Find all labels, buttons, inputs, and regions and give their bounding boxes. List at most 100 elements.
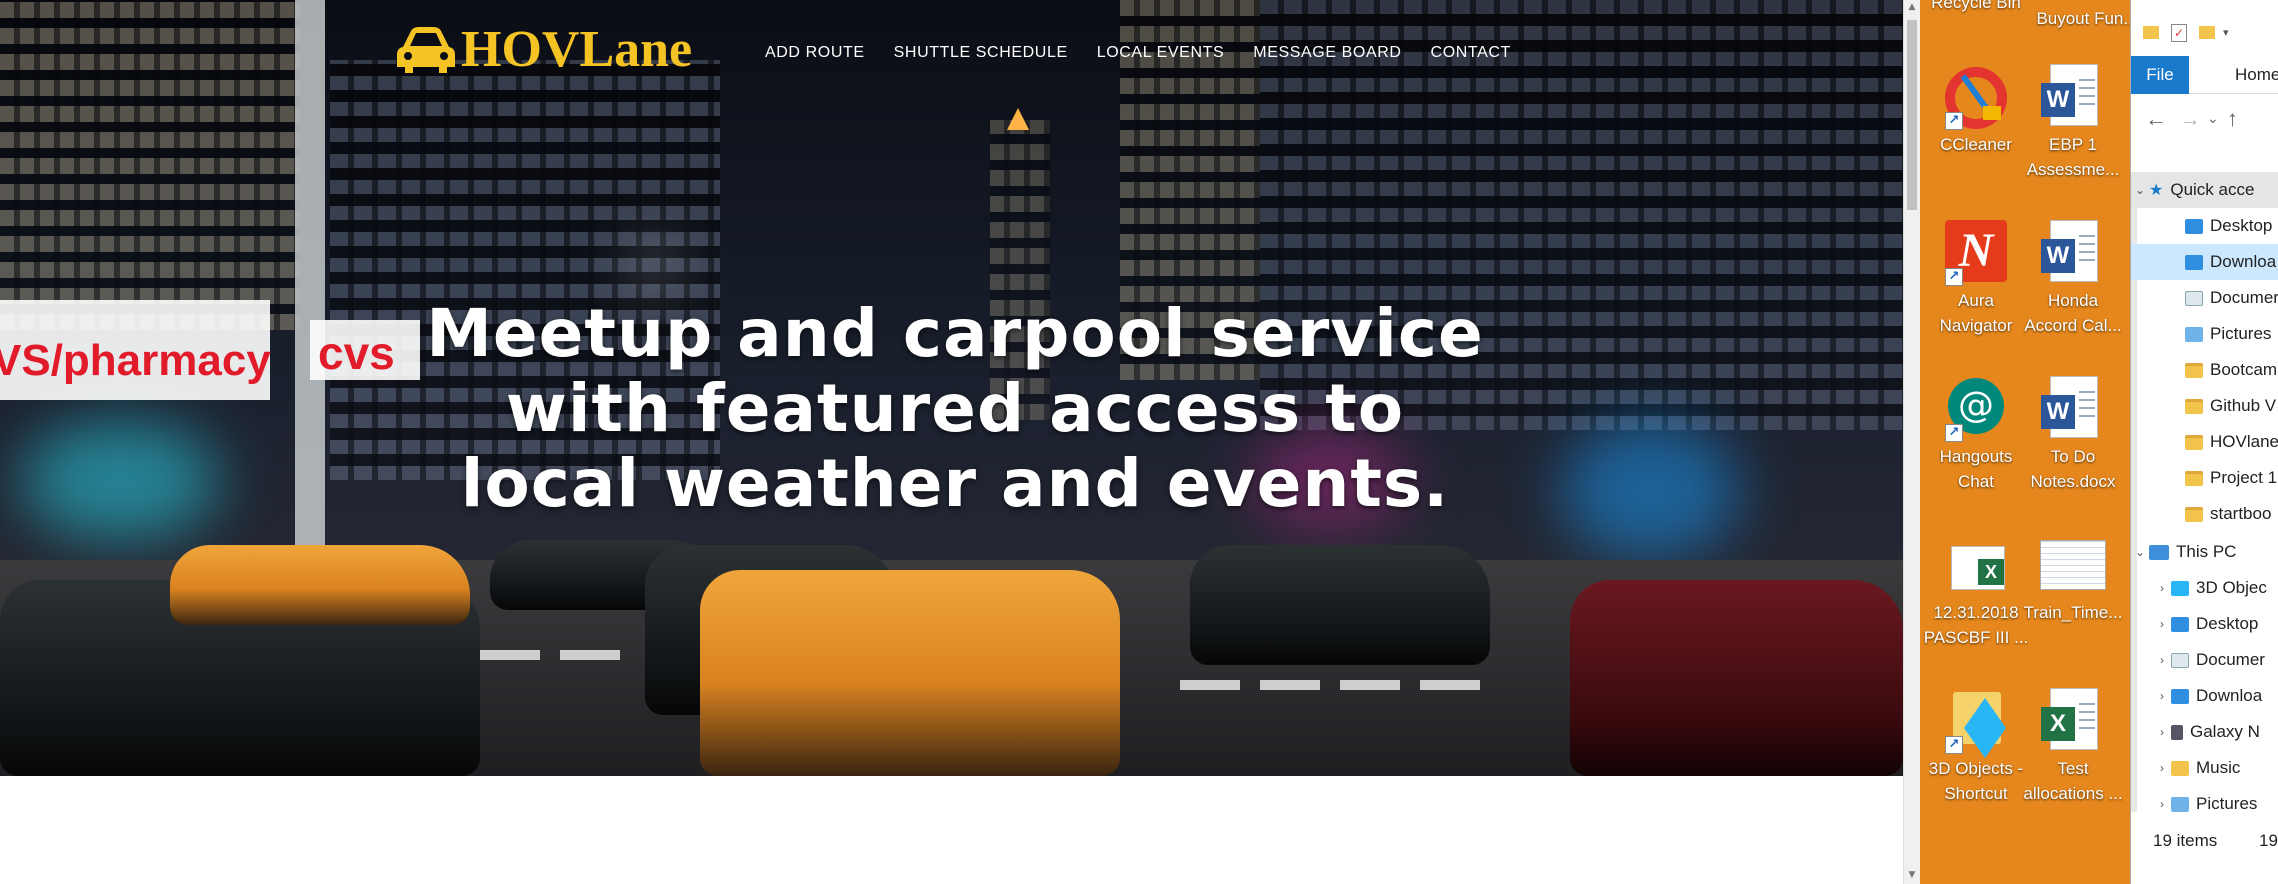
crosswalk-stripe (1420, 680, 1480, 690)
tree-item-pictures[interactable]: Pictures (2131, 316, 2278, 352)
desktop-icon-todo-notes[interactable]: W To Do Notes.docx (2018, 374, 2128, 494)
recent-locations-chevron-icon[interactable]: ⌄ (2207, 110, 2219, 127)
status-bar: 19 items 19 (2131, 826, 2278, 856)
desktop-folder-icon (2185, 218, 2203, 234)
hangouts-chat-icon: @ ↗ (1943, 374, 2009, 444)
tree-pc-3d-objects[interactable]: › 3D Objec (2131, 570, 2278, 606)
desktop-icon-pascbf[interactable]: X 12.31.2018 PASCBF III ... (1921, 530, 2031, 650)
desktop-icon-label: Notes.docx (2030, 472, 2116, 491)
scroll-down-icon[interactable]: ▼ (1907, 870, 1917, 880)
tree-pc-downloads[interactable]: › Downloa (2131, 678, 2278, 714)
shortcut-arrow-icon: ↗ (1945, 736, 1963, 754)
desktop-icon-ccleaner[interactable]: ↗ CCleaner (1921, 62, 2031, 157)
desktop-fragment-recycle-bin[interactable]: Recycle Bin (1921, 0, 2031, 15)
excel-icon: X (1943, 530, 2009, 600)
word-doc-icon: W (2040, 62, 2106, 132)
expand-chevron-icon[interactable]: › (2153, 581, 2171, 595)
tree-item-startbootstrap[interactable]: startboo (2131, 496, 2278, 532)
desktop-icon-aura-navigator[interactable]: N ↗ Aura Navigator (1921, 218, 2031, 338)
tree-item-github[interactable]: Github V (2131, 388, 2278, 424)
expand-chevron-icon[interactable]: › (2153, 689, 2171, 703)
desktop-icon-3d-objects[interactable]: ↗ 3D Objects - Shortcut (1921, 686, 2031, 806)
desktop-icon-hangouts-chat[interactable]: @ ↗ Hangouts Chat (1921, 374, 2031, 494)
documents-folder-icon (2171, 652, 2189, 668)
tab-file[interactable]: File (2131, 56, 2189, 94)
tree-item-bootcamp[interactable]: Bootcam (2131, 352, 2278, 388)
desktop-icon-ebp1[interactable]: W EBP 1 Assessme... (2018, 62, 2128, 182)
windows-desktop: Recycle Bin Buyout Fun... ↗ CCleaner W E… (1920, 0, 2138, 884)
tree-item-hovlane[interactable]: HOVlane (2131, 424, 2278, 460)
desktop-icon-label: Accord Cal... (2024, 316, 2122, 335)
headline-line-2: with featured access to (505, 370, 1405, 447)
expand-chevron-icon[interactable]: › (2153, 761, 2171, 775)
desktop-fragment-buyout[interactable]: Buyout Fun... (2032, 6, 2142, 31)
tree-pc-pictures[interactable]: › Pictures (2131, 786, 2278, 822)
scrollbar-thumb[interactable] (1907, 20, 1917, 210)
expand-chevron-icon[interactable]: › (2153, 725, 2171, 739)
tree-item-project1[interactable]: Project 1 (2131, 460, 2278, 496)
tower-spire (1007, 108, 1029, 130)
back-arrow-icon[interactable]: ← (2145, 106, 2167, 132)
shortcut-arrow-icon: ↗ (1945, 268, 1963, 286)
expand-chevron-icon[interactable]: ⌄ (2131, 183, 2149, 197)
nav-local-events[interactable]: LOCAL EVENTS (1097, 44, 1225, 62)
word-doc-icon: W (2040, 374, 2106, 444)
navigation-bar: ← → ⌄ ↑ (2131, 96, 2278, 146)
tree-item-desktop[interactable]: Desktop (2131, 208, 2278, 244)
shortcut-arrow-icon: ↗ (1945, 424, 1963, 442)
desktop-icon-honda-accord[interactable]: W Honda Accord Cal... (2018, 218, 2128, 338)
tab-home[interactable]: Home (2235, 56, 2278, 94)
tree-pc-galaxy[interactable]: › Galaxy N (2131, 714, 2278, 750)
storefront-glow (20, 420, 220, 540)
desktop-icon-label: allocations ... (2023, 784, 2123, 803)
site-navbar: HOVLane ADD ROUTE SHUTTLE SCHEDULE LOCAL… (0, 0, 1903, 110)
aura-navigator-icon: N ↗ (1943, 218, 2009, 288)
headline-line-1: Meetup and carpool service (426, 295, 1484, 372)
new-folder-icon[interactable] (2199, 26, 2215, 39)
desktop-icon-label: EBP 1 (2049, 135, 2097, 154)
desktop-icon-test-allocations[interactable]: X Test allocations ... (2018, 686, 2128, 806)
pictures-folder-icon (2171, 796, 2189, 812)
expand-chevron-icon[interactable]: ⌄ (2131, 545, 2149, 559)
3d-objects-folder-icon (2171, 580, 2189, 596)
desktop-icon-label: PASCBF III ... (1923, 628, 2029, 647)
tree-item-documents[interactable]: Documer (2131, 280, 2278, 316)
shortcut-arrow-icon: ↗ (1945, 112, 1963, 130)
scroll-up-icon[interactable]: ▲ (1907, 2, 1917, 12)
desktop-icon-train-time[interactable]: Train_Time... (2018, 530, 2128, 625)
forward-arrow-icon[interactable]: → (2179, 106, 2201, 132)
crosswalk-stripe (1340, 680, 1400, 690)
nav-shuttle-schedule[interactable]: SHUTTLE SCHEDULE (894, 44, 1068, 62)
excel-icon: X (2040, 686, 2106, 756)
desktop-icon-label: Aura (1958, 291, 1994, 310)
expand-chevron-icon[interactable]: › (2153, 797, 2171, 811)
tree-this-pc[interactable]: ⌄ This PC (2131, 534, 2278, 570)
nav-add-route[interactable]: ADD ROUTE (765, 44, 865, 62)
file-explorer-window: ✓ ▾ File Home ← → ⌄ ↑ ⌄ ★ Quick acce Des… (2130, 0, 2278, 884)
tree-quick-access[interactable]: ⌄ ★ Quick acce (2131, 172, 2278, 208)
site-logo[interactable]: HOVLane (395, 24, 692, 76)
crosswalk-stripe (560, 650, 620, 660)
tree-pc-documents[interactable]: › Documer (2131, 642, 2278, 678)
tree-pc-music[interactable]: › Music (2131, 750, 2278, 786)
folder-icon (2185, 398, 2203, 414)
nav-message-board[interactable]: MESSAGE BOARD (1253, 44, 1401, 62)
qat-dropdown-icon[interactable]: ▾ (2223, 26, 2229, 39)
spreadsheet-thumb-icon (2040, 530, 2106, 600)
properties-icon[interactable]: ✓ (2171, 24, 2187, 42)
page-scrollbar[interactable]: ▲ ▼ (1903, 0, 1920, 884)
desktop-icon-label: Shortcut (1944, 784, 2008, 803)
folder-icon (2185, 434, 2203, 450)
car-black-right (1190, 545, 1490, 665)
tree-pc-desktop[interactable]: › Desktop (2131, 606, 2278, 642)
desktop-icon-label: Test (2057, 759, 2089, 778)
item-count-extra: 19 (2259, 831, 2278, 850)
tree-item-downloads[interactable]: Downloa (2131, 244, 2278, 280)
expand-chevron-icon[interactable]: › (2153, 653, 2171, 667)
up-arrow-icon[interactable]: ↑ (2227, 106, 2238, 132)
nav-contact[interactable]: CONTACT (1431, 44, 1511, 62)
desktop-icon-label: Navigator (1939, 316, 2013, 335)
expand-chevron-icon[interactable]: › (2153, 617, 2171, 631)
computer-icon (2149, 544, 2169, 560)
folder-icon (2185, 506, 2203, 522)
